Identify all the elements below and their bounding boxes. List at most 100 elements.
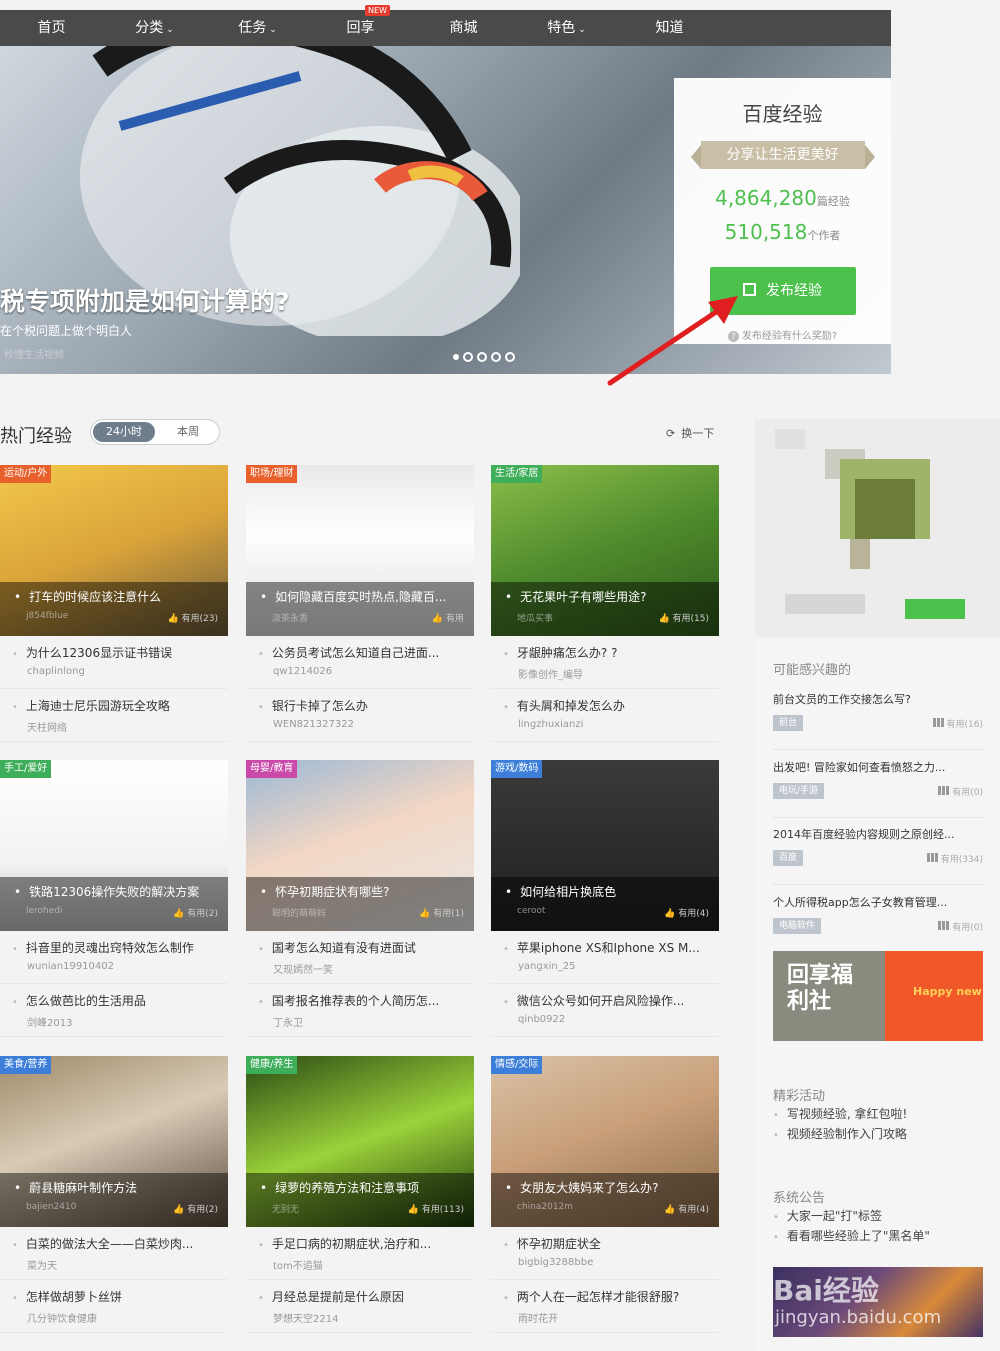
list-item-title[interactable]: 上海迪士尼乐园游玩全攻略 xyxy=(12,697,228,714)
list-item-author[interactable]: bigbig3288bbe xyxy=(518,1257,719,1268)
list-item[interactable]: 国考怎么知道有没有进面试又现嫣然一笑 xyxy=(246,931,474,984)
list-item-title[interactable]: 有头屑和掉发怎么办 xyxy=(503,697,719,714)
list-item-author[interactable]: 天柱网络 xyxy=(27,719,228,734)
tab-24h[interactable]: 24小时 xyxy=(93,422,155,442)
activity-item[interactable]: 写视频经验, 拿红包啦! xyxy=(773,1105,983,1122)
list-item-title[interactable]: 怎样做胡萝卜丝饼 xyxy=(12,1288,228,1305)
card-title[interactable]: 无花果叶子有哪些用途? xyxy=(505,588,705,605)
promo-banner[interactable]: 回享福利社 Happy new xyxy=(773,951,983,1041)
list-item[interactable]: 怎样做胡萝卜丝饼几分钟饮食健康 xyxy=(0,1280,228,1333)
list-item[interactable]: 怎么做芭比的生活用品剑峰2013 xyxy=(0,984,228,1037)
list-item-title[interactable]: 月经总是提前是什么原因 xyxy=(258,1288,474,1305)
carousel-dot[interactable] xyxy=(477,352,487,362)
list-item[interactable]: 国考报名推荐表的个人简历怎... 丁永卫 xyxy=(246,984,474,1037)
list-item-author[interactable]: lingzhuxianzi xyxy=(518,719,719,730)
card-title[interactable]: 铁路12306操作失败的解决方案 xyxy=(14,883,214,900)
interest-tag[interactable]: 电脑软件 xyxy=(773,918,822,934)
interest-title-text[interactable]: 2014年百度经验内容规则之原创经... xyxy=(773,826,983,842)
nav-item[interactable]: 分类 ⌄ xyxy=(103,10,206,46)
list-item-title[interactable]: 手足口病的初期症状,治疗和... xyxy=(258,1235,474,1252)
list-item-title[interactable]: 怀孕初期症状全 xyxy=(503,1235,719,1252)
list-item-author[interactable]: 菜为天 xyxy=(27,1257,228,1272)
interest-tag[interactable]: 百度 xyxy=(773,850,804,866)
card-title[interactable]: 打车的时候应该注意什么 xyxy=(14,588,214,605)
list-item-author[interactable]: 几分钟饮食健康 xyxy=(27,1310,228,1325)
list-item[interactable]: 苹果iphone XS和Iphone XS M... yangxin_25 xyxy=(491,931,719,984)
interest-title-text[interactable]: 个人所得税app怎么子女教育管理... xyxy=(773,894,983,910)
list-item-title[interactable]: 微信公众号如何开启风险操作... xyxy=(503,992,719,1009)
carousel-dot[interactable] xyxy=(491,352,501,362)
list-item[interactable]: 公务员考试怎么知道自己进面... qw1214026 xyxy=(246,636,474,689)
card-author[interactable]: 聪明的萌萌妈 xyxy=(272,906,326,919)
card-image[interactable]: 手工/爱好铁路12306操作失败的解决方案 lerohedi 👍 有用(2) xyxy=(0,760,228,931)
list-item[interactable]: 怀孕初期症状全 bigbig3288bbe xyxy=(491,1227,719,1280)
card-image[interactable]: 健康/养生绿萝的养殖方法和注意事项无别无 👍 有用(113) xyxy=(246,1056,474,1227)
interest-item[interactable]: 个人所得税app怎么子女教育管理... 电脑软件 有用(0) xyxy=(773,894,983,934)
nav-item[interactable]: 首页 xyxy=(0,10,103,46)
card-author[interactable]: bajien2410 xyxy=(26,1202,76,1212)
list-item-author[interactable]: 丁永卫 xyxy=(273,1014,474,1029)
list-item-title[interactable]: 国考怎么知道有没有进面试 xyxy=(258,939,474,956)
card-title[interactable]: 女朋友大姨妈来了怎么办? xyxy=(505,1179,705,1196)
nav-item[interactable]: 回享 NEW xyxy=(309,5,412,46)
carousel-dot[interactable] xyxy=(505,352,515,362)
activity-item[interactable]: 视频经验制作入门攻略 xyxy=(773,1125,983,1142)
list-item[interactable]: 微信公众号如何开启风险操作... qinb0922 xyxy=(491,984,719,1037)
list-item-title[interactable]: 牙龈肿痛怎么办? ? xyxy=(503,644,719,661)
list-item-title[interactable]: 国考报名推荐表的个人简历怎... xyxy=(258,992,474,1009)
list-item-author[interactable]: 影像创作_编导 xyxy=(518,666,719,681)
carousel-dot[interactable] xyxy=(463,352,473,362)
card-image[interactable]: 情感/交际女朋友大姨妈来了怎么办? china2012m 👍 有用(4) xyxy=(491,1056,719,1227)
list-item-author[interactable]: yangxin_25 xyxy=(518,961,719,972)
list-item[interactable]: 银行卡掉了怎么办 WEN821327322 xyxy=(246,689,474,742)
list-item-author[interactable]: 雨时花开 xyxy=(518,1310,719,1325)
list-item-author[interactable]: 剑峰2013 xyxy=(27,1014,228,1029)
card-image[interactable]: 运动/户外打车的时候应该注意什么 j854fblue 👍 有用(23) xyxy=(0,465,228,636)
card-author[interactable]: lerohedi xyxy=(26,906,63,916)
list-item-author[interactable]: WEN821327322 xyxy=(273,719,474,730)
list-item-title[interactable]: 苹果iphone XS和Iphone XS M... xyxy=(503,939,719,956)
list-item[interactable]: 月经总是提前是什么原因梦想天空2214 xyxy=(246,1280,474,1333)
list-item-author[interactable]: qinb0922 xyxy=(518,1014,719,1025)
list-item-title[interactable]: 公务员考试怎么知道自己进面... xyxy=(258,644,474,661)
notice-item[interactable]: 看看哪些经验上了"黑名单" xyxy=(773,1227,983,1244)
sidebar-ad-image[interactable] xyxy=(755,419,1000,637)
list-item-title[interactable]: 抖音里的灵魂出窍特效怎么制作 xyxy=(12,939,228,956)
interest-item[interactable]: 2014年百度经验内容规则之原创经... 百度 有用(334) xyxy=(773,826,983,866)
nav-item[interactable]: 知道 xyxy=(618,10,721,46)
list-item-author[interactable]: 梦想天空2214 xyxy=(273,1310,474,1325)
list-item-author[interactable]: chaplinlong xyxy=(27,666,228,677)
banner-headline[interactable]: 税专项附加是如何计算的? xyxy=(0,282,290,318)
list-item[interactable]: 两个人在一起怎样才能很舒服? 雨时花开 xyxy=(491,1280,719,1333)
card-author[interactable]: china2012m xyxy=(517,1202,573,1212)
notice-item[interactable]: 大家一起"打"标签 xyxy=(773,1207,983,1224)
interest-title-text[interactable]: 出发吧! 冒险家如何查看愤怒之力... xyxy=(773,759,983,775)
interest-item[interactable]: 前台文员的工作交接怎么写? 前台 有用(16) xyxy=(773,691,983,731)
card-image[interactable]: 美食/营养蔚县糖麻叶制作方法 bajien2410 👍 有用(2) xyxy=(0,1056,228,1227)
list-item-title[interactable]: 白菜的做法大全——白菜炒肉... xyxy=(12,1235,228,1252)
card-image[interactable]: 母婴/教育怀孕初期症状有哪些? 聪明的萌萌妈 👍 有用(1) xyxy=(246,760,474,931)
list-item[interactable]: 上海迪士尼乐园游玩全攻略天柱网络 xyxy=(0,689,228,742)
nav-item[interactable]: 任务 ⌄ xyxy=(206,10,309,46)
list-item[interactable]: 有头屑和掉发怎么办 lingzhuxianzi xyxy=(491,689,719,742)
tab-week[interactable]: 本周 xyxy=(157,420,219,444)
card-author[interactable]: ceroot xyxy=(517,906,546,916)
list-item-author[interactable]: 又现嫣然一笑 xyxy=(273,961,474,976)
refresh-button[interactable]: ⟳ 换一下 xyxy=(666,425,714,441)
list-item[interactable]: 抖音里的灵魂出窍特效怎么制作 wunian19910402 xyxy=(0,931,228,984)
card-author[interactable]: j854fblue xyxy=(26,611,68,621)
interest-tag[interactable]: 电玩/手游 xyxy=(773,783,825,799)
card-image[interactable]: 职场/理财如何隐藏百度实时热点,隐藏百... 淡茶永香 👍 有用 xyxy=(246,465,474,636)
card-image[interactable]: 生活/家居无花果叶子有哪些用途? 地瓜买事 👍 有用(15) xyxy=(491,465,719,636)
card-title[interactable]: 蔚县糖麻叶制作方法 xyxy=(14,1179,214,1196)
carousel-dot[interactable] xyxy=(453,354,459,360)
list-item-author[interactable]: tom不追猫 xyxy=(273,1257,474,1272)
list-item-title[interactable]: 两个人在一起怎样才能很舒服? xyxy=(503,1288,719,1305)
list-item[interactable]: 为什么12306显示证书错误 chaplinlong xyxy=(0,636,228,689)
card-title[interactable]: 怀孕初期症状有哪些? xyxy=(260,883,460,900)
nav-item[interactable]: 商城 xyxy=(412,10,515,46)
card-author[interactable]: 地瓜买事 xyxy=(517,611,553,624)
card-author[interactable]: 无别无 xyxy=(272,1202,299,1215)
interest-tag[interactable]: 前台 xyxy=(773,715,804,731)
list-item[interactable]: 牙龈肿痛怎么办? ? 影像创作_编导 xyxy=(491,636,719,689)
